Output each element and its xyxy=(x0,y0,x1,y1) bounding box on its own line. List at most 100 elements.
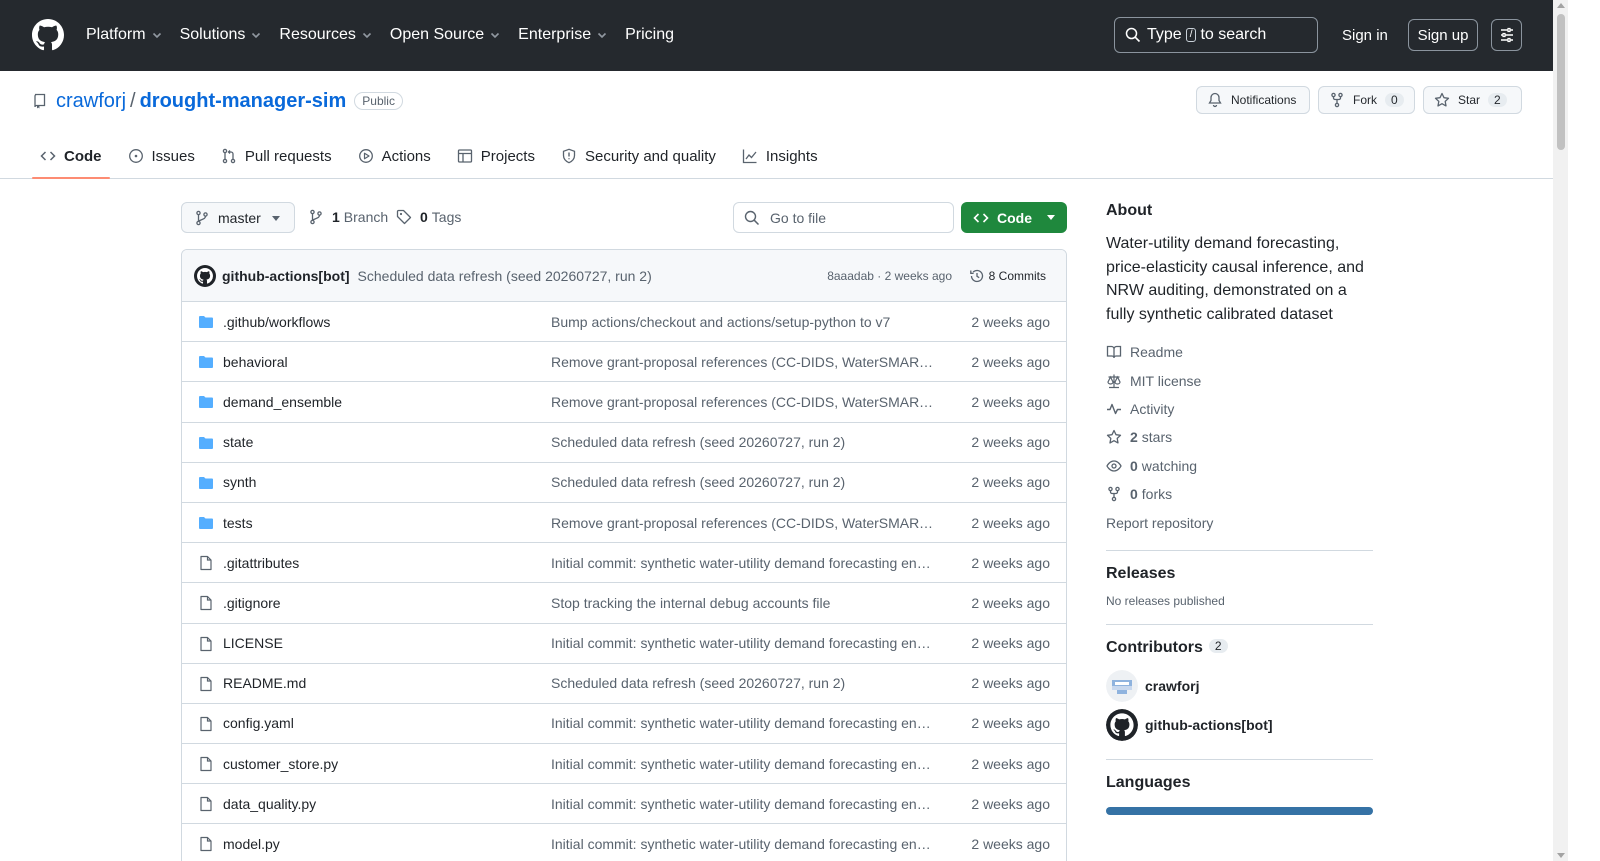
file-commit-message[interactable]: Scheduled data refresh (seed 20260727, r… xyxy=(551,474,936,490)
sign-up-button[interactable]: Sign up xyxy=(1408,19,1478,51)
file-row[interactable]: .gitattributes Initial commit: synthetic … xyxy=(182,543,1066,584)
file-commit-date: 2 weeks ago xyxy=(971,635,1050,652)
contributor-github-actions[interactable]: github-actions[bot] xyxy=(1106,706,1373,745)
repo-owner-link[interactable]: crawforj xyxy=(56,90,126,113)
tab-pull-requests[interactable]: Pull requests xyxy=(213,134,340,178)
file-row[interactable]: model.py Initial commit: synthetic water-… xyxy=(182,824,1066,861)
nav-solutions[interactable]: Solutions xyxy=(180,26,262,44)
scroll-up-arrow[interactable] xyxy=(1557,3,1565,8)
file-row[interactable]: behavioral Remove grant-proposal referenc… xyxy=(182,342,1066,383)
commits-link[interactable]: 8 Commits xyxy=(969,268,1046,284)
commit-message[interactable]: Scheduled data refresh (seed 20260727, r… xyxy=(358,268,652,284)
search-input[interactable]: Type / to search xyxy=(1114,17,1318,53)
sliders-icon xyxy=(1500,27,1513,43)
file-name-link[interactable]: state xyxy=(223,434,253,450)
nav-enterprise[interactable]: Enterprise xyxy=(518,26,607,44)
tab-security[interactable]: Security and quality xyxy=(553,134,724,178)
file-commit-message[interactable]: Scheduled data refresh (seed 20260727, r… xyxy=(551,675,936,691)
file-row[interactable]: state Scheduled data refresh (seed 202607… xyxy=(182,423,1066,463)
code-button[interactable]: Code xyxy=(961,202,1067,233)
file-row[interactable]: LICENSE Initial commit: synthetic water-u… xyxy=(182,624,1066,664)
file-commit-message[interactable]: Remove grant-proposal references (CC-DID… xyxy=(551,394,936,410)
pulse-icon xyxy=(1107,403,1121,415)
star-button[interactable]: Star 2 xyxy=(1423,86,1522,114)
file-commit-message[interactable]: Initial commit: synthetic water-utility … xyxy=(551,836,936,852)
global-nav: Platform Solutions Resources Open Source… xyxy=(86,24,692,46)
nav-resources[interactable]: Resources xyxy=(279,26,371,44)
file-name-link[interactable]: behavioral xyxy=(223,354,288,370)
repo-name-link[interactable]: drought-manager-sim xyxy=(140,90,347,113)
file-name-link[interactable]: tests xyxy=(223,515,253,531)
tab-actions[interactable]: Actions xyxy=(350,134,439,178)
sign-in-link[interactable]: Sign in xyxy=(1330,17,1400,53)
file-row[interactable]: .github/workflows Bump actions/checkout a… xyxy=(182,302,1066,343)
forks-link[interactable]: 0 forks xyxy=(1106,480,1373,508)
notifications-button[interactable]: Notifications xyxy=(1196,86,1310,114)
file-row[interactable]: README.md Scheduled data refresh (seed 20… xyxy=(182,664,1066,704)
tab-projects[interactable]: Projects xyxy=(449,134,543,178)
file-commit-date: 2 weeks ago xyxy=(971,755,1050,772)
commit-sha[interactable]: 8aaadab xyxy=(827,269,874,283)
file-name-link[interactable]: README.md xyxy=(223,675,306,691)
releases-heading[interactable]: Releases xyxy=(1106,565,1373,583)
tab-code[interactable]: Code xyxy=(32,134,110,179)
file-row[interactable]: .gitignore Stop tracking the internal deb… xyxy=(182,583,1066,624)
branches-link[interactable]: 1 Branch xyxy=(308,209,388,225)
go-to-file-input[interactable]: Go to file xyxy=(733,202,954,233)
slash-key-hint: / xyxy=(1185,28,1197,42)
github-logo-icon[interactable] xyxy=(32,19,64,51)
file-commit-message[interactable]: Initial commit: synthetic water-utility … xyxy=(551,756,936,772)
file-commit-message[interactable]: Remove grant-proposal references (CC-DID… xyxy=(551,515,936,531)
file-row[interactable]: tests Remove grant-proposal references (C… xyxy=(182,503,1066,544)
file-commit-message[interactable]: Initial commit: synthetic water-utility … xyxy=(551,635,936,651)
file-name-link[interactable]: config.yaml xyxy=(223,715,294,731)
file-name-link[interactable]: customer_store.py xyxy=(223,756,338,772)
license-link[interactable]: MIT license xyxy=(1106,366,1373,394)
scrollbar-thumb[interactable] xyxy=(1557,14,1565,150)
file-commit-message[interactable]: Initial commit: synthetic water-utility … xyxy=(551,796,936,812)
file-name-link[interactable]: LICENSE xyxy=(223,635,283,651)
page-scrollbar[interactable] xyxy=(1553,0,1568,861)
file-name-link[interactable]: demand_ensemble xyxy=(223,394,342,410)
file-icon xyxy=(198,676,214,692)
tab-insights[interactable]: Insights xyxy=(734,134,826,178)
file-commit-date: 2 weeks ago xyxy=(971,313,1050,330)
branch-selector[interactable]: master xyxy=(181,202,295,233)
file-commit-message[interactable]: Bump actions/checkout and actions/setup-… xyxy=(551,314,936,330)
tags-link[interactable]: 0 Tags xyxy=(396,209,461,225)
readme-link[interactable]: Readme xyxy=(1106,338,1373,366)
scroll-down-arrow[interactable] xyxy=(1557,853,1565,858)
commit-author[interactable]: github-actions[bot] xyxy=(222,268,350,284)
file-name-link[interactable]: model.py xyxy=(223,836,280,852)
file-commit-date: 2 weeks ago xyxy=(971,594,1050,611)
nav-open-source[interactable]: Open Source xyxy=(390,26,500,44)
menu-button[interactable] xyxy=(1491,19,1522,51)
avatar[interactable] xyxy=(194,264,216,287)
activity-link[interactable]: Activity xyxy=(1106,395,1373,423)
file-name-link[interactable]: .gitignore xyxy=(223,595,281,611)
nav-platform[interactable]: Platform xyxy=(86,26,162,44)
report-repository-link[interactable]: Report repository xyxy=(1106,508,1373,536)
file-commit-message[interactable]: Scheduled data refresh (seed 20260727, r… xyxy=(551,434,936,450)
repo-sidebar: About Water-utility demand forecasting, … xyxy=(1106,202,1373,815)
stars-link[interactable]: 2 stars xyxy=(1106,423,1373,451)
file-row[interactable]: data_quality.py Initial commit: synthetic… xyxy=(182,784,1066,825)
contributors-heading[interactable]: Contributors 2 xyxy=(1106,638,1373,657)
file-name-link[interactable]: .gitattributes xyxy=(223,555,299,571)
file-commit-message[interactable]: Initial commit: synthetic water-utility … xyxy=(551,715,936,731)
file-row[interactable]: config.yaml Initial commit: synthetic wat… xyxy=(182,704,1066,745)
file-commit-message[interactable]: Stop tracking the internal debug account… xyxy=(551,595,936,611)
file-commit-message[interactable]: Initial commit: synthetic water-utility … xyxy=(551,555,936,571)
contributor-crawforj[interactable]: crawforj xyxy=(1106,667,1373,706)
file-row[interactable]: customer_store.py Initial commit: synthet… xyxy=(182,744,1066,785)
file-row[interactable]: synth Scheduled data refresh (seed 202607… xyxy=(182,463,1066,503)
file-name-link[interactable]: .github/workflows xyxy=(223,314,330,330)
fork-button[interactable]: Fork 0 xyxy=(1318,86,1415,114)
file-row[interactable]: demand_ensemble Remove grant-proposal ref… xyxy=(182,382,1066,423)
nav-pricing[interactable]: Pricing xyxy=(625,26,674,44)
file-commit-message[interactable]: Remove grant-proposal references (CC-DID… xyxy=(551,354,936,370)
tab-issues[interactable]: Issues xyxy=(120,134,203,178)
file-name-link[interactable]: synth xyxy=(223,474,256,490)
file-name-link[interactable]: data_quality.py xyxy=(223,796,316,812)
watchers-link[interactable]: 0 watching xyxy=(1106,452,1373,480)
